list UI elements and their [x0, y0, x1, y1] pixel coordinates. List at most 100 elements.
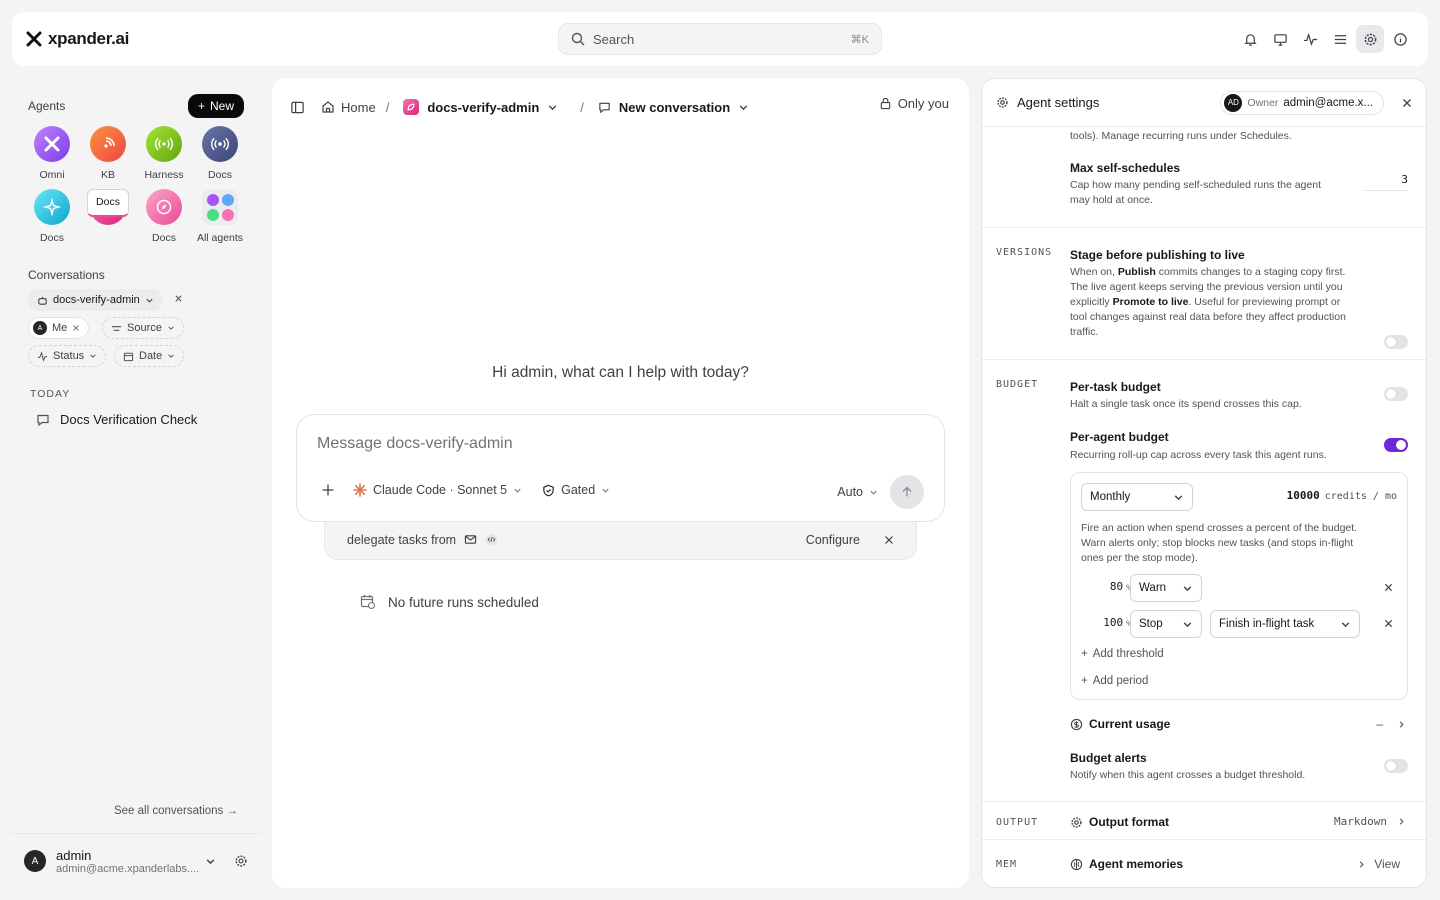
chat-bubble-icon [37, 414, 49, 426]
breadcrumb-conversation[interactable]: New conversation [598, 100, 749, 115]
send-button[interactable] [890, 475, 924, 509]
radio-icon [202, 126, 238, 162]
filter-me-chip[interactable]: A Me [28, 317, 90, 339]
list-icon [1334, 34, 1346, 44]
breadcrumb-home[interactable]: Home [321, 100, 376, 115]
agent-label: Docs [208, 169, 232, 181]
threshold-1-action-select[interactable]: Warn [1130, 574, 1202, 602]
budget-label: BUDGET [996, 379, 1039, 390]
filter-source-chip[interactable]: Source [102, 317, 184, 339]
brand-logo[interactable]: xpander.ai [26, 29, 129, 49]
monitor-icon [1273, 33, 1287, 46]
filter-agent-chip[interactable]: docs-verify-admin [28, 289, 163, 311]
message-input-placeholder[interactable]: Message docs-verify-admin [317, 435, 513, 453]
threshold-1-percent-input[interactable]: 80 % [1081, 580, 1131, 593]
list-button[interactable] [1326, 25, 1354, 53]
agent-docs-selected[interactable]: Docs [80, 189, 136, 244]
desc-text: commits changes to a staging copy first. [1155, 266, 1346, 278]
stage-toggle[interactable] [1384, 335, 1408, 349]
desc-line: traffic. [1070, 326, 1099, 338]
close-icon[interactable] [72, 324, 80, 332]
chevron-down-icon [90, 354, 96, 358]
credits-input[interactable]: 10000 credits / mo [1287, 489, 1397, 502]
chat-bubble-icon [599, 102, 610, 113]
monitor-button[interactable] [1266, 25, 1294, 53]
agent-docs-1[interactable]: Docs [192, 126, 248, 181]
settings-button[interactable] [1356, 25, 1384, 53]
stop-mode-select[interactable]: Finish in-flight task [1210, 610, 1360, 638]
add-period-button[interactable]: + Add period [1081, 675, 1148, 687]
conversation-item[interactable]: Docs Verification Check [36, 412, 197, 427]
agent-all-agents[interactable]: All agents [192, 189, 248, 244]
chevron-down-icon [146, 298, 153, 303]
desc-line: may hold at once. [1070, 194, 1153, 206]
output-format-value[interactable]: Markdown [1334, 815, 1406, 828]
broadcast-icon [90, 126, 126, 162]
agent-docs-2[interactable]: Docs [24, 189, 80, 244]
message-composer[interactable]: Message docs-verify-admin Claude Code · … [296, 414, 945, 522]
threshold-2-action-select[interactable]: Stop [1130, 610, 1202, 638]
agent-memories-row[interactable]: Agent memories [1070, 857, 1183, 871]
filter-date-chip[interactable]: Date [114, 345, 185, 367]
chevron-down-icon [1183, 621, 1192, 627]
output-format-row[interactable]: Output format [1070, 815, 1169, 829]
close-icon[interactable] [884, 535, 894, 545]
mode-selector[interactable]: Auto [837, 485, 878, 499]
max-self-schedules-desc: Cap how many pending self-scheduled runs… [1070, 178, 1321, 208]
notifications-button[interactable] [1236, 25, 1264, 53]
close-icon[interactable] [1402, 98, 1412, 108]
see-all-conversations-link[interactable]: See all conversations → [114, 805, 238, 817]
owner-avatar: AD [1224, 93, 1243, 112]
agent-memories-label: Agent memories [1089, 857, 1184, 871]
configure-button[interactable]: Configure [806, 533, 860, 547]
activity-button[interactable] [1296, 25, 1324, 53]
breadcrumb-separator: / [580, 99, 584, 115]
new-agent-button[interactable]: + New [187, 94, 244, 118]
user-profile[interactable]: A admin admin@acme.xpanderlabs.... [12, 833, 260, 888]
chevron-down-icon [514, 488, 521, 493]
breadcrumb-agent[interactable]: docs-verify-admin [403, 99, 558, 115]
delegate-banner: delegate tasks from Configure [324, 520, 917, 560]
agent-kb[interactable]: KB [80, 126, 136, 181]
view-memories-button[interactable]: View [1357, 857, 1400, 871]
gear-icon[interactable] [234, 854, 248, 868]
info-button[interactable] [1386, 25, 1414, 53]
visibility-button[interactable]: Only you [879, 96, 949, 111]
calendar-clock-icon [360, 595, 376, 610]
gate-selector[interactable]: Gated [542, 483, 610, 497]
agent-docs-3[interactable]: Docs [136, 189, 192, 244]
stage-desc: When on, Publish commits changes to a st… [1070, 265, 1380, 340]
desc-line: Fire an action when spend crosses a perc… [1081, 522, 1358, 534]
budget-alerts-title: Budget alerts [1070, 751, 1147, 765]
chevron-right-icon [1399, 720, 1404, 728]
owner-badge[interactable]: AD Owner admin@acme.x... [1220, 90, 1384, 115]
max-self-schedules-input[interactable]: 3 [1364, 173, 1408, 191]
period-select[interactable]: Monthly [1081, 483, 1193, 511]
agent-omni[interactable]: Omni [24, 126, 80, 181]
no-runs-notice: No future runs scheduled [360, 594, 539, 610]
budget-alerts-toggle[interactable] [1384, 759, 1408, 773]
current-usage-row[interactable]: Current usage [1070, 717, 1170, 731]
plus-icon[interactable] [321, 483, 335, 497]
current-usage-value[interactable]: – [1376, 717, 1406, 731]
model-selector[interactable]: Claude Code · Sonnet 5 [353, 483, 522, 497]
remove-threshold-2-icon[interactable] [1384, 619, 1393, 628]
remove-threshold-1-icon[interactable] [1384, 583, 1393, 592]
add-threshold-button[interactable]: + Add threshold [1081, 648, 1164, 660]
user-info: admin admin@acme.xpanderlabs.... [56, 848, 199, 875]
radio-icon [146, 126, 182, 162]
breadcrumb-agent-label: docs-verify-admin [427, 99, 540, 115]
threshold-2-percent-input[interactable]: 100 % [1081, 616, 1131, 629]
home-icon [322, 101, 334, 113]
xpander-logo-icon [26, 31, 42, 47]
clear-agent-filter-button[interactable] [174, 294, 183, 303]
conversation-title: Docs Verification Check [60, 412, 198, 427]
per-agent-budget-toggle[interactable] [1384, 438, 1408, 452]
compass-icon [146, 189, 182, 225]
chevron-down-icon[interactable] [205, 856, 216, 867]
agent-harness[interactable]: Harness [136, 126, 192, 181]
per-task-budget-toggle[interactable] [1384, 387, 1408, 401]
sidebar-toggle-icon[interactable] [290, 100, 305, 115]
search-bar[interactable]: Search ⌘K [558, 23, 882, 55]
filter-status-chip[interactable]: Status [28, 345, 107, 367]
